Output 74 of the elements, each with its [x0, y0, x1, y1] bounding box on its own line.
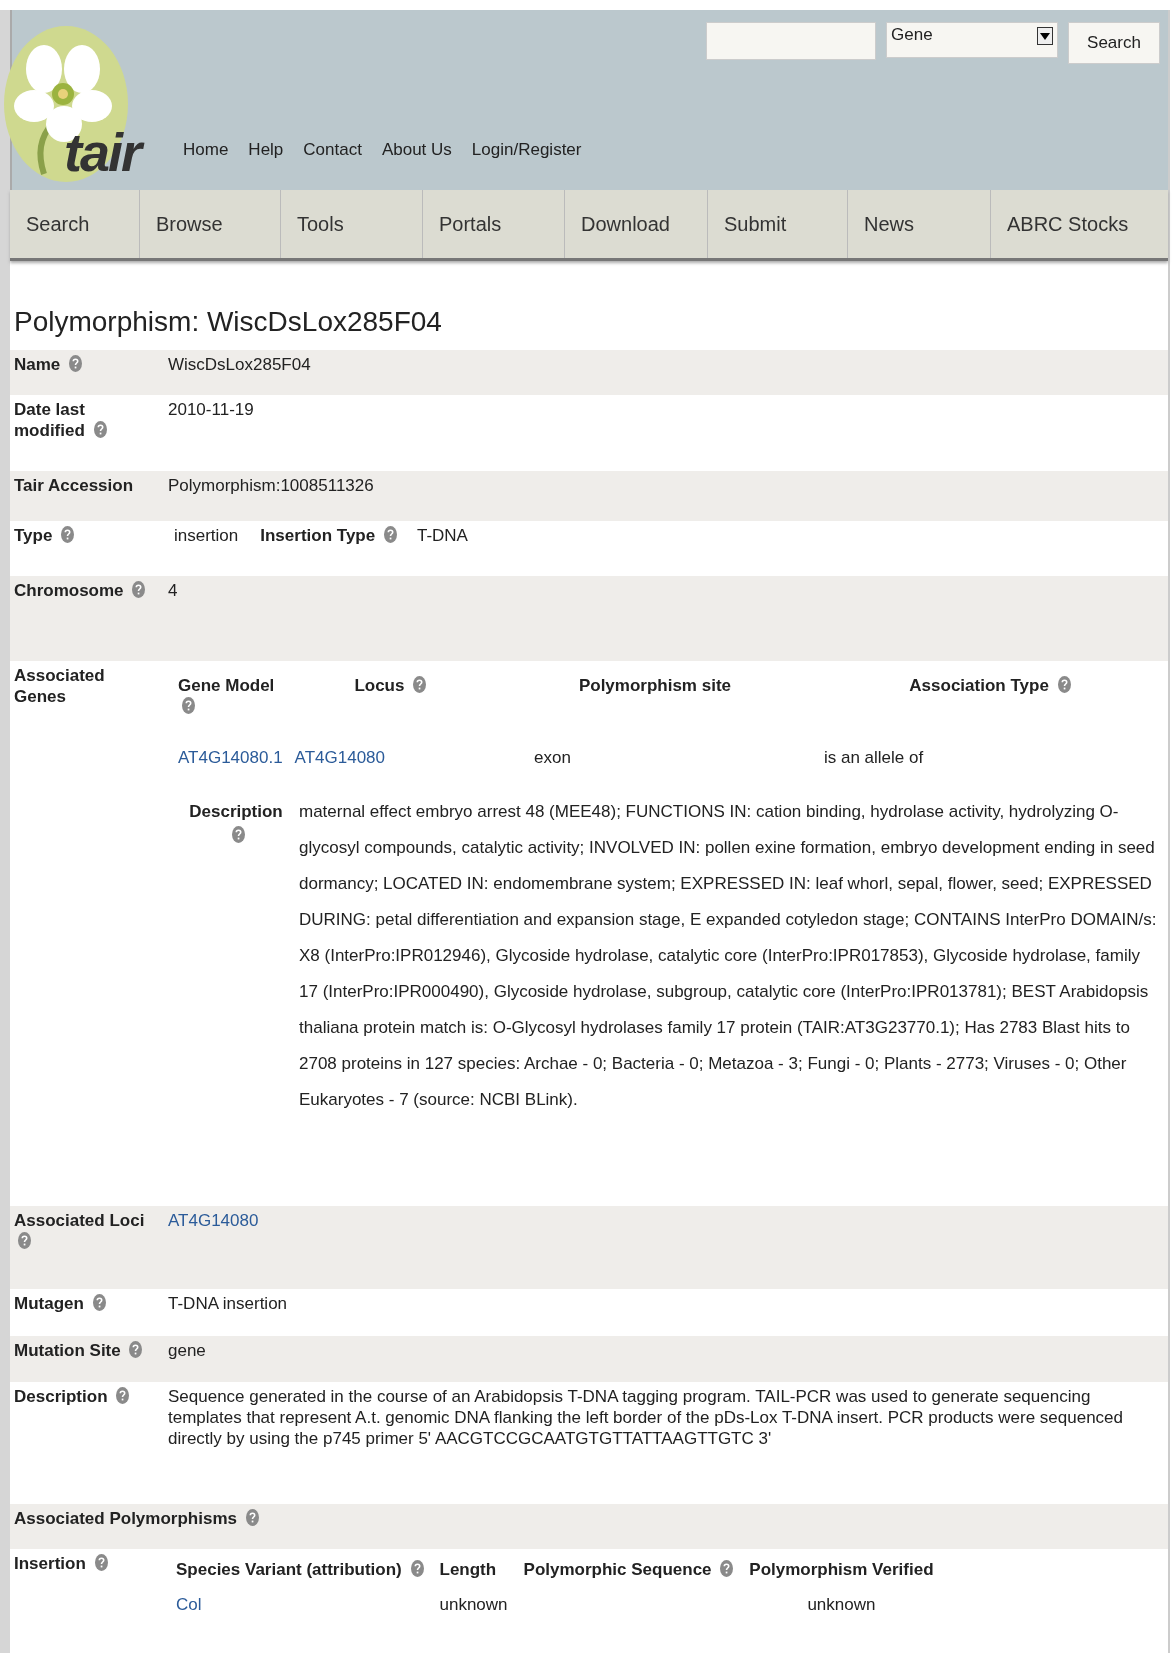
column-header: Length	[439, 1560, 497, 1579]
search-button[interactable]: Search	[1068, 22, 1160, 64]
help-icon[interactable]	[94, 1554, 108, 1571]
column-header: Species Variant (attribution)	[176, 1560, 402, 1579]
field-label: Name	[14, 355, 61, 374]
menu-tab[interactable]: Portals	[423, 190, 565, 258]
field-label: Insertion	[14, 1554, 86, 1573]
help-icon[interactable]	[18, 1232, 31, 1249]
help-icon[interactable]	[132, 581, 146, 598]
help-icon[interactable]	[92, 1294, 106, 1311]
search-field[interactable]	[706, 22, 876, 60]
variant-link[interactable]: Col	[168, 1580, 432, 1615]
nav-link[interactable]: Help	[248, 140, 284, 160]
field-label: Associated Polymorphisms	[14, 1509, 237, 1528]
field-value: Polymorphism:1008511326	[168, 476, 374, 495]
field-label: Chromosome	[14, 581, 124, 600]
column-header: Locus	[354, 676, 405, 695]
menu-tab[interactable]: Tools	[281, 190, 423, 258]
help-icon[interactable]	[231, 826, 245, 843]
nav-link[interactable]: Login/Register	[471, 140, 582, 160]
help-icon[interactable]	[93, 421, 107, 438]
locus-link[interactable]: AT4G14080	[288, 717, 492, 768]
help-icon[interactable]	[182, 697, 195, 714]
field-value: T-DNA insertion	[168, 1294, 288, 1313]
help-icon[interactable]	[129, 1341, 143, 1358]
nav-link[interactable]: Contact	[303, 140, 362, 160]
column-header: Polymorphic Sequence	[523, 1560, 712, 1579]
menu-tab[interactable]: Browse	[140, 190, 281, 258]
field-value: 4	[168, 581, 178, 600]
help-icon[interactable]	[383, 526, 397, 543]
field-label: Mutation Site	[14, 1341, 121, 1360]
column-header: Polymorphism Verified	[749, 1560, 934, 1579]
table-cell-text: exon	[533, 747, 572, 768]
help-icon[interactable]	[116, 1387, 130, 1404]
locus-link[interactable]: AT4G14080	[168, 1211, 259, 1230]
page-title: Polymorphism: WiscDsLox285F04	[14, 305, 443, 339]
help-icon[interactable]	[245, 1509, 259, 1526]
field-label: Tair Accession	[14, 476, 134, 495]
field-label: Description	[189, 802, 283, 821]
field-label: Date last modified	[14, 400, 85, 440]
table-cell-text: is an allele of	[822, 747, 925, 768]
table-cell-text: unknown	[438, 1594, 509, 1615]
field-label: Associated Genes	[14, 666, 105, 706]
field-value: WiscDsLox285F04	[168, 355, 311, 374]
menu-tab[interactable]: News	[848, 190, 991, 258]
help-icon[interactable]	[1057, 676, 1071, 693]
field-value: 2010-11-19	[168, 400, 254, 419]
column-header: Gene Model	[178, 676, 275, 695]
column-header: Association Type	[909, 676, 1049, 695]
nav-link[interactable]: About Us	[381, 140, 452, 160]
help-icon[interactable]	[413, 676, 427, 693]
field-label: Type	[14, 526, 53, 545]
field-label: Mutagen	[14, 1294, 84, 1313]
menu-tab[interactable]: ABRC Stocks	[991, 190, 1168, 258]
search-type-dropdown[interactable]: Gene	[886, 22, 1058, 58]
menu-tab[interactable]: Download	[565, 190, 708, 258]
gene-model-link[interactable]: AT4G14080.1	[172, 717, 289, 768]
table-cell-text: unknown	[806, 1594, 877, 1615]
field-label: Description	[14, 1387, 108, 1406]
menu-tab[interactable]: Submit	[708, 190, 848, 258]
nav-link[interactable]: Home	[183, 140, 229, 160]
field-value: T-DNA	[416, 526, 468, 545]
help-icon[interactable]	[69, 355, 83, 372]
gene-description: maternal effect embryo arrest 48 (MEE48); FUNCTIONS IN: cation binding, hydrolase activity, hydrolyzing O-glycosyl compounds, catalytic activity; INVOLVED IN: pollen exine formation, embryo development ending in seed dormancy; LOCATED IN: endomembrane system; EXPRESSED IN: leaf whorl, sepal, flower, seed; EXPRESSED DURING: petal differentiation and expansion stage, E expanded cotyledon stage; CONTAINS InterPro DOMAIN/s: X8 (InterPro:IPR012946), Glycoside hydrolase, catalytic core (InterPro:IPR017853), Glycoside hydrolase, family 17 (InterPro:IPR000490), Glycoside hydrolase, subgroup, catalytic core (InterPro:IPR013781); BEST Arabidopsis thaliana protein match is: O-Glycosyl hydrolases family 17 protein (TAIR:AT3G23770.1); Has 2783 Blast hits to 2708 proteins in 127 species: Archae - 0; Bacteria - 0; Metazoa - 3; Fungi - 0; Plants - 2773; Viruses - 0; Other Eukaryotes - 7 (source: NCBI BLink).	[299, 801, 1158, 1111]
field-label: Associated Loci	[14, 1211, 145, 1230]
menu-tab[interactable]: Search	[10, 190, 140, 258]
help-icon[interactable]	[410, 1560, 424, 1577]
field-value: Sequence generated in the course of an Arabidopsis T-DNA tagging program. TAIL-PCR was used to generate sequencing templates that represent A.t. genomic DNA flanking the left border of the pDs-Lox T-DNA insert. PCR products were sequenced directly by using the p745 primer 5' AACGTCCGCAATGTGTTATTAAGTTGTC 3'	[168, 1387, 1123, 1448]
field-label: Insertion Type	[260, 526, 376, 545]
help-icon[interactable]	[61, 526, 75, 543]
field-value: gene	[168, 1341, 206, 1360]
field-value: insertion	[174, 526, 239, 545]
help-icon[interactable]	[720, 1560, 734, 1577]
column-header: Polymorphism site	[578, 676, 731, 695]
